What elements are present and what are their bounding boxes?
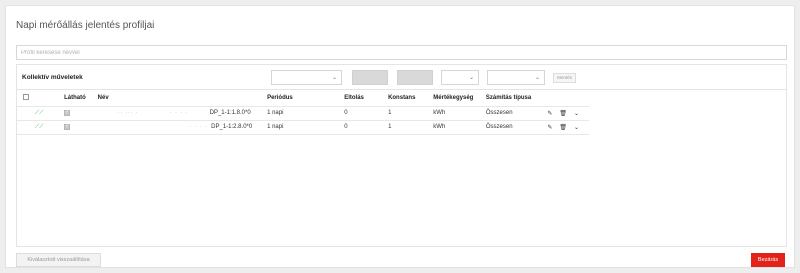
unit-cell: kWh [433,110,446,116]
bulk-unit-select[interactable]: ⌄ [441,70,479,85]
bulk-apply-button[interactable]: Mentés [553,73,576,83]
profiles-panel: Kollektív műveletek ⌄ ⌄ ⌄ Mentés Látható… [16,64,787,247]
table-row: ⟋⟋ · · · · DP_1-1:2.8.0*0 1 napi 0 1 kWh… [17,120,589,134]
constant-cell: 1 [388,124,392,130]
bulk-offset-input[interactable] [352,70,388,85]
constant-cell: 1 [388,110,392,116]
unit-cell: kWh [433,124,446,130]
bulk-actions-row: Kollektív műveletek ⌄ ⌄ ⌄ Mentés [17,65,786,90]
name-part-b: · · · · [189,124,208,130]
bulk-calc-select[interactable]: ⌄ [487,70,545,85]
calc-cell: Összesen [485,124,513,130]
profile-modal: Napi mérőállás jelentés profiljai Kollek… [5,5,795,268]
chevron-down-icon: ⌄ [468,75,474,81]
chevron-down-icon: ⌄ [331,75,337,81]
visible-checkbox[interactable] [64,109,71,116]
name-part-a: ·· ··· · [117,110,139,116]
profile-code: DP_1-1:1.8.0*0 [209,110,251,116]
offset-cell: 0 [344,124,348,130]
calc-cell: Összesen [485,110,513,116]
offset-cell: 0 [344,110,348,116]
header-name: Név [97,94,109,101]
trash-icon[interactable]: 🗑 [559,111,567,117]
bulk-period-select[interactable]: ⌄ [271,70,342,85]
header-visible: Látható [64,94,86,101]
modal-title: Napi mérőállás jelentés profiljai [16,20,155,31]
profile-code: DP_1-1:2.8.0*0 [211,124,253,130]
trash-icon[interactable]: 🗑 [559,125,567,131]
bulk-constant-input[interactable] [397,70,433,85]
chevron-down-icon: ⌄ [534,75,540,81]
header-unit: Mértékegység [433,94,474,101]
period-cell: 1 napi [267,124,284,130]
header-offset: Eltolás [344,94,364,101]
header-constant: Konstans [388,94,416,101]
pencil-icon[interactable]: ✎ [547,125,552,131]
table-row: ⟋⟋ ·· ··· · · · · · DP_1-1:1.8.0*0 1 nap… [17,106,589,120]
reset-selected-button[interactable]: Kiválasztott visszaállítása [16,253,101,267]
chevron-down-icon[interactable]: ⌄ [574,111,579,117]
profiles-table: Látható Név Periódus Eltolás Konstans Mé… [17,90,589,135]
bulk-actions-label: Kollektív műveletek [22,74,83,81]
chart-line-icon[interactable]: ⟋⟋ [35,124,43,130]
period-cell: 1 napi [267,110,284,116]
header-calc: Számítás típusa [485,94,532,101]
chart-line-icon[interactable]: ⟋⟋ [35,110,43,116]
select-all-checkbox[interactable] [17,90,32,106]
pencil-icon[interactable]: ✎ [547,111,552,117]
visible-checkbox[interactable] [64,123,71,130]
profile-search-input[interactable] [16,45,787,60]
header-period: Periódus [267,94,293,101]
name-part-b: · · · · [170,110,188,116]
chevron-down-icon[interactable]: ⌄ [574,125,579,131]
checkbox[interactable] [23,94,29,101]
close-button[interactable]: Bezárás [751,253,785,267]
